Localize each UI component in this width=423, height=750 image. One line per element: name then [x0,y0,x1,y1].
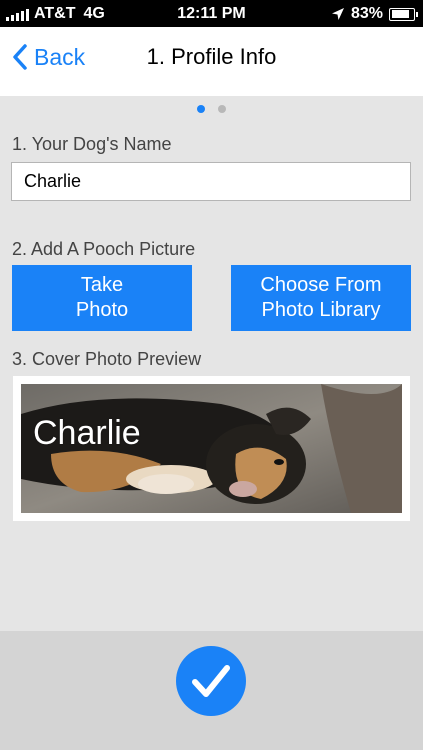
choose-from-library-button[interactable]: Choose From Photo Library [231,265,411,331]
dog-name-label: 1. Your Dog's Name [12,134,172,154]
page-dot-1 [197,105,205,113]
cover-photo-preview: Charlie [13,376,410,521]
status-bar: AT&T 4G 12:11 PM 83% [0,0,423,27]
choose-from-library-label: Choose From Photo Library [260,274,382,321]
pooch-picture-label: 2. Add A Pooch Picture [12,239,196,259]
bottom-bar [0,631,423,750]
dog-name-input[interactable] [11,162,411,201]
location-arrow-icon [331,8,344,20]
navigation-bar: Back 1. Profile Info [0,27,423,96]
take-photo-button[interactable]: Take Photo [12,265,192,331]
page-title: 1. Profile Info [146,44,277,69]
take-photo-label: Take Photo [75,274,129,321]
cover-preview-label: 3. Cover Photo Preview [12,349,202,369]
battery-percent: 83% [350,5,383,22]
page-dot-2 [218,105,226,113]
confirm-button[interactable] [176,646,246,716]
battery-icon [389,7,418,21]
cover-dog-name: Charlie [33,414,141,452]
checkmark-icon [192,665,230,697]
page-indicator [0,105,423,113]
cover-photo-image: Charlie [21,384,402,513]
